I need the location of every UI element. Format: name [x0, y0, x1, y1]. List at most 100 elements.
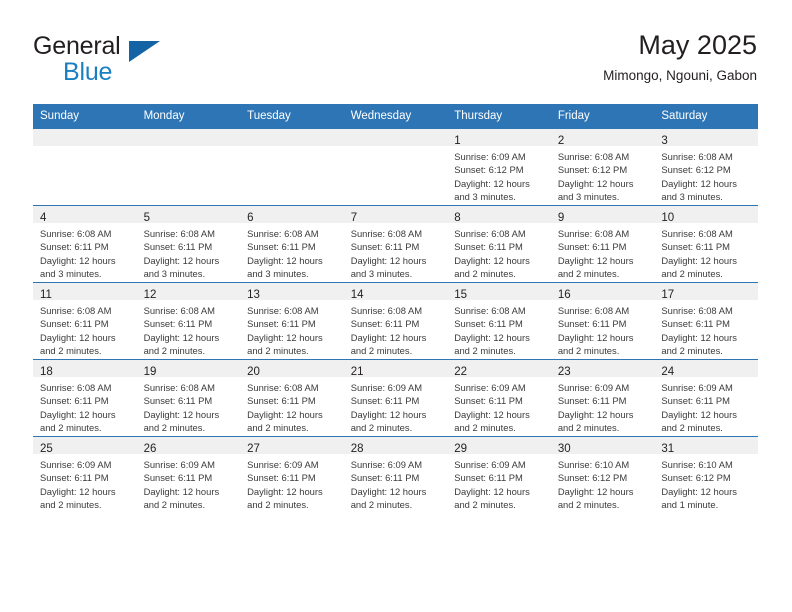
general-blue-logo[interactable]: General Blue — [33, 34, 233, 86]
calendar-day-cell[interactable]: 31 Sunrise: 6:10 AM Sunset: 6:12 PM Dayligh… — [654, 436, 758, 513]
sunset-text: Sunset: 6:11 PM — [454, 395, 523, 407]
daylight-text-line2: and 2 minutes. — [247, 422, 309, 434]
sunrise-text: Sunrise: 6:08 AM — [557, 305, 630, 316]
calendar-cell-empty — [33, 128, 137, 206]
calendar-day-cell[interactable]: 23 Sunrise: 6:09 AM Sunset: 6:11 PM Dayligh… — [550, 359, 655, 437]
calendar-day-cell[interactable]: 18 Sunrise: 6:08 AM Sunset: 6:11 PM Dayligh… — [33, 359, 137, 437]
daylight-text-line1: Daylight: 12 hours — [661, 485, 737, 497]
calendar-day-cell[interactable]: 7 Sunrise: 6:08 AM Sunset: 6:11 PM Daylight… — [343, 205, 448, 283]
day-number-band: 11 — [33, 283, 137, 301]
calendar-day-cell[interactable]: 13 Sunrise: 6:08 AM Sunset: 6:11 PM Dayligh… — [240, 282, 344, 360]
calendar-day-cell[interactable]: 10 Sunrise: 6:08 AM Sunset: 6:11 PM Dayligh… — [654, 205, 758, 283]
calendar-day-cell[interactable]: 4 Sunrise: 6:08 AM Sunset: 6:11 PM Daylight… — [33, 205, 137, 283]
day-number-band: 4 — [33, 206, 137, 224]
calendar-day-cell[interactable]: 1 Sunrise: 6:09 AM Sunset: 6:12 PM Daylight… — [447, 128, 551, 206]
sunrise-text: Sunrise: 6:08 AM — [557, 151, 630, 162]
day-number-band: 19 — [136, 360, 241, 378]
daylight-text-line2: and 3 minutes. — [143, 268, 206, 280]
sunset-text: Sunset: 6:11 PM — [661, 241, 730, 253]
calendar-day-cell[interactable]: 21 Sunrise: 6:09 AM Sunset: 6:11 PM Dayligh… — [343, 359, 448, 437]
calendar-day-cell[interactable]: 6 Sunrise: 6:08 AM Sunset: 6:11 PM Daylight… — [240, 205, 344, 283]
day-number: 30 — [557, 443, 571, 455]
day-details: Sunrise: 6:08 AM Sunset: 6:11 PM Daylight:… — [447, 300, 551, 358]
calendar-day-cell[interactable]: 17 Sunrise: 6:08 AM Sunset: 6:11 PM Dayligh… — [654, 282, 758, 360]
daylight-text-line1: Daylight: 12 hours — [454, 485, 530, 497]
daylight-text-line1: Daylight: 12 hours — [661, 254, 737, 266]
calendar-day-cell[interactable]: 28 Sunrise: 6:09 AM Sunset: 6:11 PM Dayligh… — [343, 436, 448, 513]
calendar-day-cell[interactable]: 12 Sunrise: 6:08 AM Sunset: 6:11 PM Dayligh… — [136, 282, 241, 360]
day-number-band: 9 — [550, 206, 655, 224]
daylight-text-line2: and 3 minutes. — [40, 268, 102, 280]
calendar-day-cell[interactable]: 16 Sunrise: 6:08 AM Sunset: 6:11 PM Dayligh… — [550, 282, 655, 360]
calendar-day-cell[interactable]: 3 Sunrise: 6:08 AM Sunset: 6:12 PM Daylight… — [654, 128, 758, 206]
sunset-text: Sunset: 6:11 PM — [247, 318, 316, 330]
calendar-day-cell[interactable]: 11 Sunrise: 6:08 AM Sunset: 6:11 PM Dayligh… — [33, 282, 137, 360]
calendar-day-cell[interactable]: 29 Sunrise: 6:09 AM Sunset: 6:11 PM Dayligh… — [447, 436, 551, 513]
daylight-text-line2: and 3 minutes. — [454, 191, 516, 203]
sunset-text: Sunset: 6:11 PM — [350, 395, 420, 407]
day-details: Sunrise: 6:08 AM Sunset: 6:11 PM Daylight:… — [240, 223, 344, 281]
calendar-day-cell[interactable]: 26 Sunrise: 6:09 AM Sunset: 6:11 PM Dayligh… — [136, 436, 241, 513]
day-number: 24 — [661, 366, 675, 378]
calendar-day-cell[interactable]: 14 Sunrise: 6:08 AM Sunset: 6:11 PM Dayligh… — [343, 282, 448, 360]
day-details: Sunrise: 6:08 AM Sunset: 6:11 PM Daylight:… — [137, 377, 241, 435]
calendar-page: General Blue May 2025 Mimongo, Ngouni, G… — [0, 0, 792, 612]
title-block: May 2025 Mimongo, Ngouni, Gabon — [603, 28, 757, 86]
calendar-day-cell[interactable]: 20 Sunrise: 6:08 AM Sunset: 6:11 PM Dayligh… — [240, 359, 344, 437]
calendar-day-cell[interactable]: 9 Sunrise: 6:08 AM Sunset: 6:11 PM Daylight… — [550, 205, 655, 283]
daylight-text-line2: and 2 minutes. — [40, 422, 102, 434]
calendar-day-cell[interactable]: 19 Sunrise: 6:08 AM Sunset: 6:11 PM Dayligh… — [136, 359, 241, 437]
sunset-text: Sunset: 6:11 PM — [454, 318, 523, 330]
daylight-text-line1: Daylight: 12 hours — [661, 408, 737, 420]
daylight-text-line1: Daylight: 12 hours — [143, 254, 220, 266]
sunset-text: Sunset: 6:11 PM — [247, 472, 316, 484]
sunrise-text: Sunrise: 6:08 AM — [454, 228, 526, 239]
sunrise-text: Sunrise: 6:08 AM — [143, 382, 215, 393]
day-number-band: 2 — [550, 129, 655, 147]
weekday-header-wednesday: Wednesday — [343, 104, 448, 129]
sunrise-text: Sunrise: 6:08 AM — [247, 228, 319, 239]
sunrise-text: Sunrise: 6:08 AM — [350, 228, 423, 239]
daylight-text-line2: and 3 minutes. — [247, 268, 309, 280]
sunset-text: Sunset: 6:12 PM — [557, 164, 628, 176]
day-details: Sunrise: 6:08 AM Sunset: 6:12 PM Daylight:… — [551, 146, 655, 204]
day-number-band: 16 — [550, 283, 655, 301]
day-number: 23 — [557, 366, 571, 378]
day-number-band — [343, 129, 448, 146]
calendar-table: Sunday Monday Tuesday Wednesday Thursday… — [33, 104, 758, 513]
sunrise-text: Sunrise: 6:09 AM — [247, 459, 319, 470]
daylight-text-line1: Daylight: 12 hours — [350, 331, 427, 343]
daylight-text-line1: Daylight: 12 hours — [247, 485, 323, 497]
calendar-day-cell[interactable]: 24 Sunrise: 6:09 AM Sunset: 6:11 PM Dayligh… — [654, 359, 758, 437]
day-number-band: 17 — [654, 283, 758, 301]
day-number-band: 21 — [343, 360, 448, 378]
sunrise-text: Sunrise: 6:08 AM — [661, 151, 733, 162]
calendar-day-cell[interactable]: 5 Sunrise: 6:08 AM Sunset: 6:11 PM Daylight… — [136, 205, 241, 283]
day-number-band: 31 — [654, 437, 758, 455]
calendar-day-cell[interactable]: 30 Sunrise: 6:10 AM Sunset: 6:12 PM Dayligh… — [550, 436, 655, 513]
daylight-text-line1: Daylight: 12 hours — [661, 177, 737, 189]
daylight-text-line1: Daylight: 12 hours — [454, 254, 530, 266]
calendar-day-cell[interactable]: 15 Sunrise: 6:08 AM Sunset: 6:11 PM Dayligh… — [447, 282, 551, 360]
day-details: Sunrise: 6:10 AM Sunset: 6:12 PM Daylight:… — [551, 454, 655, 512]
day-details: Sunrise: 6:08 AM Sunset: 6:11 PM Daylight:… — [137, 300, 241, 358]
daylight-text-line1: Daylight: 12 hours — [40, 254, 116, 266]
daylight-text-line2: and 2 minutes. — [557, 268, 620, 280]
daylight-text-line2: and 2 minutes. — [143, 345, 206, 357]
daylight-text-line2: and 2 minutes. — [454, 422, 516, 434]
day-number: 9 — [557, 212, 565, 224]
sunrise-text: Sunrise: 6:10 AM — [557, 459, 630, 470]
daylight-text-line2: and 2 minutes. — [557, 345, 620, 357]
calendar-day-cell[interactable]: 25 Sunrise: 6:09 AM Sunset: 6:11 PM Dayligh… — [33, 436, 137, 513]
sunset-text: Sunset: 6:11 PM — [247, 241, 316, 253]
sunrise-text: Sunrise: 6:08 AM — [557, 228, 630, 239]
daylight-text-line1: Daylight: 12 hours — [40, 408, 116, 420]
day-number-band — [240, 129, 344, 146]
calendar-day-cell[interactable]: 27 Sunrise: 6:09 AM Sunset: 6:11 PM Dayligh… — [240, 436, 344, 513]
sunrise-text: Sunrise: 6:09 AM — [350, 459, 423, 470]
day-number: 13 — [247, 289, 260, 301]
sunrise-text: Sunrise: 6:08 AM — [40, 228, 112, 239]
calendar-day-cell[interactable]: 2 Sunrise: 6:08 AM Sunset: 6:12 PM Daylight… — [550, 128, 655, 206]
calendar-day-cell[interactable]: 8 Sunrise: 6:08 AM Sunset: 6:11 PM Daylight… — [447, 205, 551, 283]
calendar-day-cell[interactable]: 22 Sunrise: 6:09 AM Sunset: 6:11 PM Dayligh… — [447, 359, 551, 437]
